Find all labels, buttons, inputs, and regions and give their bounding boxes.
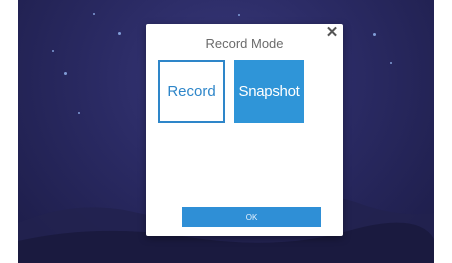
close-icon[interactable]: ✕ <box>324 24 340 42</box>
star-dot <box>93 13 95 15</box>
record-mode-dialog: Record Mode ✕ Record Snapshot OK <box>146 24 343 236</box>
ok-button[interactable]: OK <box>182 207 321 227</box>
star-dot <box>52 50 54 52</box>
star-dot <box>373 33 376 36</box>
background-screen: Record Mode ✕ Record Snapshot OK <box>18 0 434 263</box>
star-dot <box>118 32 121 35</box>
record-option-button[interactable]: Record <box>158 60 225 123</box>
star-dot <box>390 62 392 64</box>
star-dot <box>64 72 67 75</box>
dialog-title: Record Mode <box>205 36 284 51</box>
snapshot-option-button[interactable]: Snapshot <box>234 60 304 123</box>
star-dot <box>238 14 240 16</box>
star-dot <box>78 112 80 114</box>
